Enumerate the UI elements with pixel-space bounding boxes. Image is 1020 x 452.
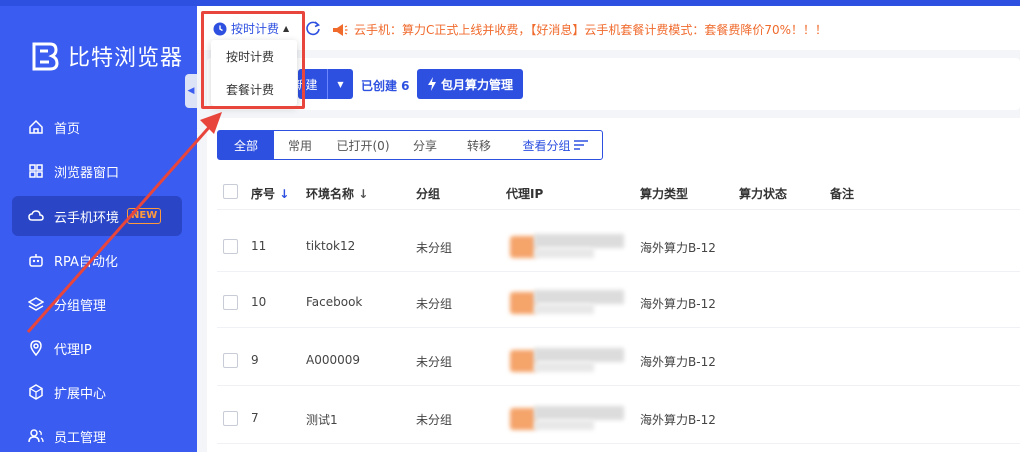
- table-row[interactable]: 10 Facebook 未分组 海外算力B-12: [217, 278, 1020, 328]
- row-proxy-ip-redacted: [510, 346, 630, 376]
- column-header-seq[interactable]: 序号 ↓: [251, 185, 289, 202]
- filter-tabs: 全部 常用 已打开(0) 分享 转移 查看分组: [217, 130, 603, 160]
- view-groups-label: 查看分组: [522, 138, 571, 153]
- sidebar-item-label: 代理IP: [54, 342, 92, 358]
- chevron-left-icon: ◀: [187, 86, 195, 96]
- row-compute-type: 海外算力B-12: [640, 413, 716, 427]
- sidebar-item-label: 扩展中心: [54, 386, 107, 402]
- row-env-name: tiktok12: [306, 239, 356, 253]
- sidebar-item-label: 浏览器窗口: [54, 165, 120, 181]
- logo-icon: [32, 42, 59, 71]
- sidebar-item-label: 分组管理: [54, 298, 107, 314]
- row-seq: 9: [251, 353, 259, 367]
- column-header-label: 序号: [251, 187, 276, 201]
- row-checkbox[interactable]: [223, 295, 238, 310]
- tab-common[interactable]: 常用: [274, 131, 326, 159]
- row-proxy-ip-redacted: [510, 288, 630, 318]
- sidebar-item-home[interactable]: 首页: [12, 107, 182, 147]
- filter-lines-icon: [573, 140, 588, 150]
- table-row[interactable]: 7 测试1 未分组 海外算力B-12: [217, 394, 1020, 444]
- row-proxy-ip-redacted: [510, 232, 630, 262]
- sidebar-item-browser-windows[interactable]: 浏览器窗口: [12, 151, 182, 191]
- column-header-notes: 备注: [830, 187, 855, 201]
- sidebar-item-label: 云手机环境: [54, 210, 120, 226]
- create-dropdown-button[interactable]: ▼: [327, 69, 353, 99]
- tab-opened[interactable]: 已打开(0): [326, 131, 400, 159]
- annotation-highlight-box: [201, 11, 305, 109]
- sidebar-item-label: 员工管理: [54, 430, 107, 446]
- tab-transfer[interactable]: 转移: [450, 131, 508, 159]
- users-icon: [28, 429, 44, 443]
- table-row[interactable]: 9 A000009 未分组 海外算力B-12: [217, 336, 1020, 386]
- row-compute-type: 海外算力B-12: [640, 355, 716, 369]
- sidebar-item-label: 首页: [54, 121, 81, 137]
- column-header-compute-status: 算力状态: [739, 187, 788, 201]
- announcement-text: 云手机：算力C正式上线并收费，【好消息】云手机套餐计费模式：套餐费降价70%！！…: [354, 23, 828, 37]
- robot-icon: [29, 254, 43, 267]
- sidebar-item-cloud-phone[interactable]: 云手机环境 NEW: [12, 196, 182, 236]
- row-group: 未分组: [416, 241, 453, 255]
- column-header-group: 分组: [416, 187, 441, 201]
- monthly-compute-label: 包月算力管理: [441, 77, 514, 92]
- row-group: 未分组: [416, 413, 453, 427]
- column-header-label: 环境名称: [306, 187, 355, 201]
- row-group: 未分组: [416, 297, 453, 311]
- refresh-icon[interactable]: [305, 20, 321, 36]
- sidebar-item-rpa[interactable]: RPA自动化: [12, 240, 182, 280]
- table-row[interactable]: 11 tiktok12 未分组 海外算力B-12: [217, 222, 1020, 272]
- location-icon: [30, 340, 42, 356]
- column-header-compute-type: 算力类型: [640, 187, 689, 201]
- new-badge: NEW: [127, 208, 162, 224]
- row-checkbox[interactable]: [223, 239, 238, 254]
- sort-down-icon[interactable]: ↓: [358, 187, 368, 201]
- row-checkbox[interactable]: [223, 353, 238, 368]
- app-logo: 比特浏览器: [28, 40, 183, 72]
- row-group: 未分组: [416, 355, 453, 369]
- table-header: 序号 ↓ 环境名称 ↓ 分组 代理IP 算力类型 算力状态 备注: [217, 174, 1020, 210]
- sidebar: 比特浏览器 首页 浏览器窗口 云手机环境 NEW RPA自动化 分组管理 代理I…: [0, 6, 197, 452]
- column-header-proxy-ip: 代理IP: [506, 187, 544, 201]
- sort-down-icon[interactable]: ↓: [279, 187, 289, 201]
- sidebar-item-proxy-ip[interactable]: 代理IP: [12, 328, 182, 368]
- action-toolbar: 新建 ▼ 已创建 6 包月算力管理: [207, 58, 1020, 110]
- megaphone-icon: [333, 23, 348, 36]
- sidebar-item-groups[interactable]: 分组管理: [12, 284, 182, 324]
- row-env-name: 测试1: [306, 413, 338, 427]
- sidebar-item-label: RPA自动化: [54, 254, 118, 270]
- top-bar: 按时计费 ▲ 云手机：算力C正式上线并收费，【好消息】云手机套餐计费模式：套餐费…: [197, 6, 1020, 50]
- lightning-icon: [428, 77, 436, 91]
- created-count: 已创建 6: [361, 79, 410, 93]
- row-checkbox[interactable]: [223, 411, 238, 426]
- tab-all[interactable]: 全部: [218, 131, 274, 159]
- cloud-icon: [28, 210, 44, 221]
- grid-icon: [29, 164, 43, 178]
- chevron-down-icon: ▼: [337, 79, 344, 89]
- announcement-banner[interactable]: 云手机：算力C正式上线并收费，【好消息】云手机套餐计费模式：套餐费降价70%！！…: [332, 21, 827, 38]
- tab-shared[interactable]: 分享: [400, 131, 450, 159]
- row-seq: 10: [251, 295, 267, 309]
- environment-list-panel: 全部 常用 已打开(0) 分享 转移 查看分组 序号 ↓ 环境名称 ↓ 分组 代…: [207, 118, 1020, 452]
- sidebar-item-staff[interactable]: 员工管理: [12, 416, 182, 452]
- sidebar-collapse-toggle[interactable]: ◀: [185, 74, 197, 108]
- row-seq: 11: [251, 239, 267, 253]
- column-header-name[interactable]: 环境名称 ↓: [306, 185, 368, 202]
- home-icon: [29, 119, 43, 134]
- app-name: 比特浏览器: [68, 46, 184, 71]
- monthly-compute-button[interactable]: 包月算力管理: [417, 69, 524, 99]
- row-env-name: Facebook: [306, 295, 363, 309]
- sidebar-item-extensions[interactable]: 扩展中心: [12, 372, 182, 412]
- tab-view-groups[interactable]: 查看分组: [508, 131, 602, 159]
- row-compute-type: 海外算力B-12: [640, 297, 716, 311]
- row-seq: 7: [251, 411, 259, 425]
- layers-icon: [28, 297, 44, 311]
- cube-icon: [29, 384, 43, 400]
- row-env-name: A000009: [306, 353, 361, 367]
- row-proxy-ip-redacted: [510, 404, 630, 434]
- select-all-checkbox[interactable]: [223, 184, 238, 199]
- row-compute-type: 海外算力B-12: [640, 241, 716, 255]
